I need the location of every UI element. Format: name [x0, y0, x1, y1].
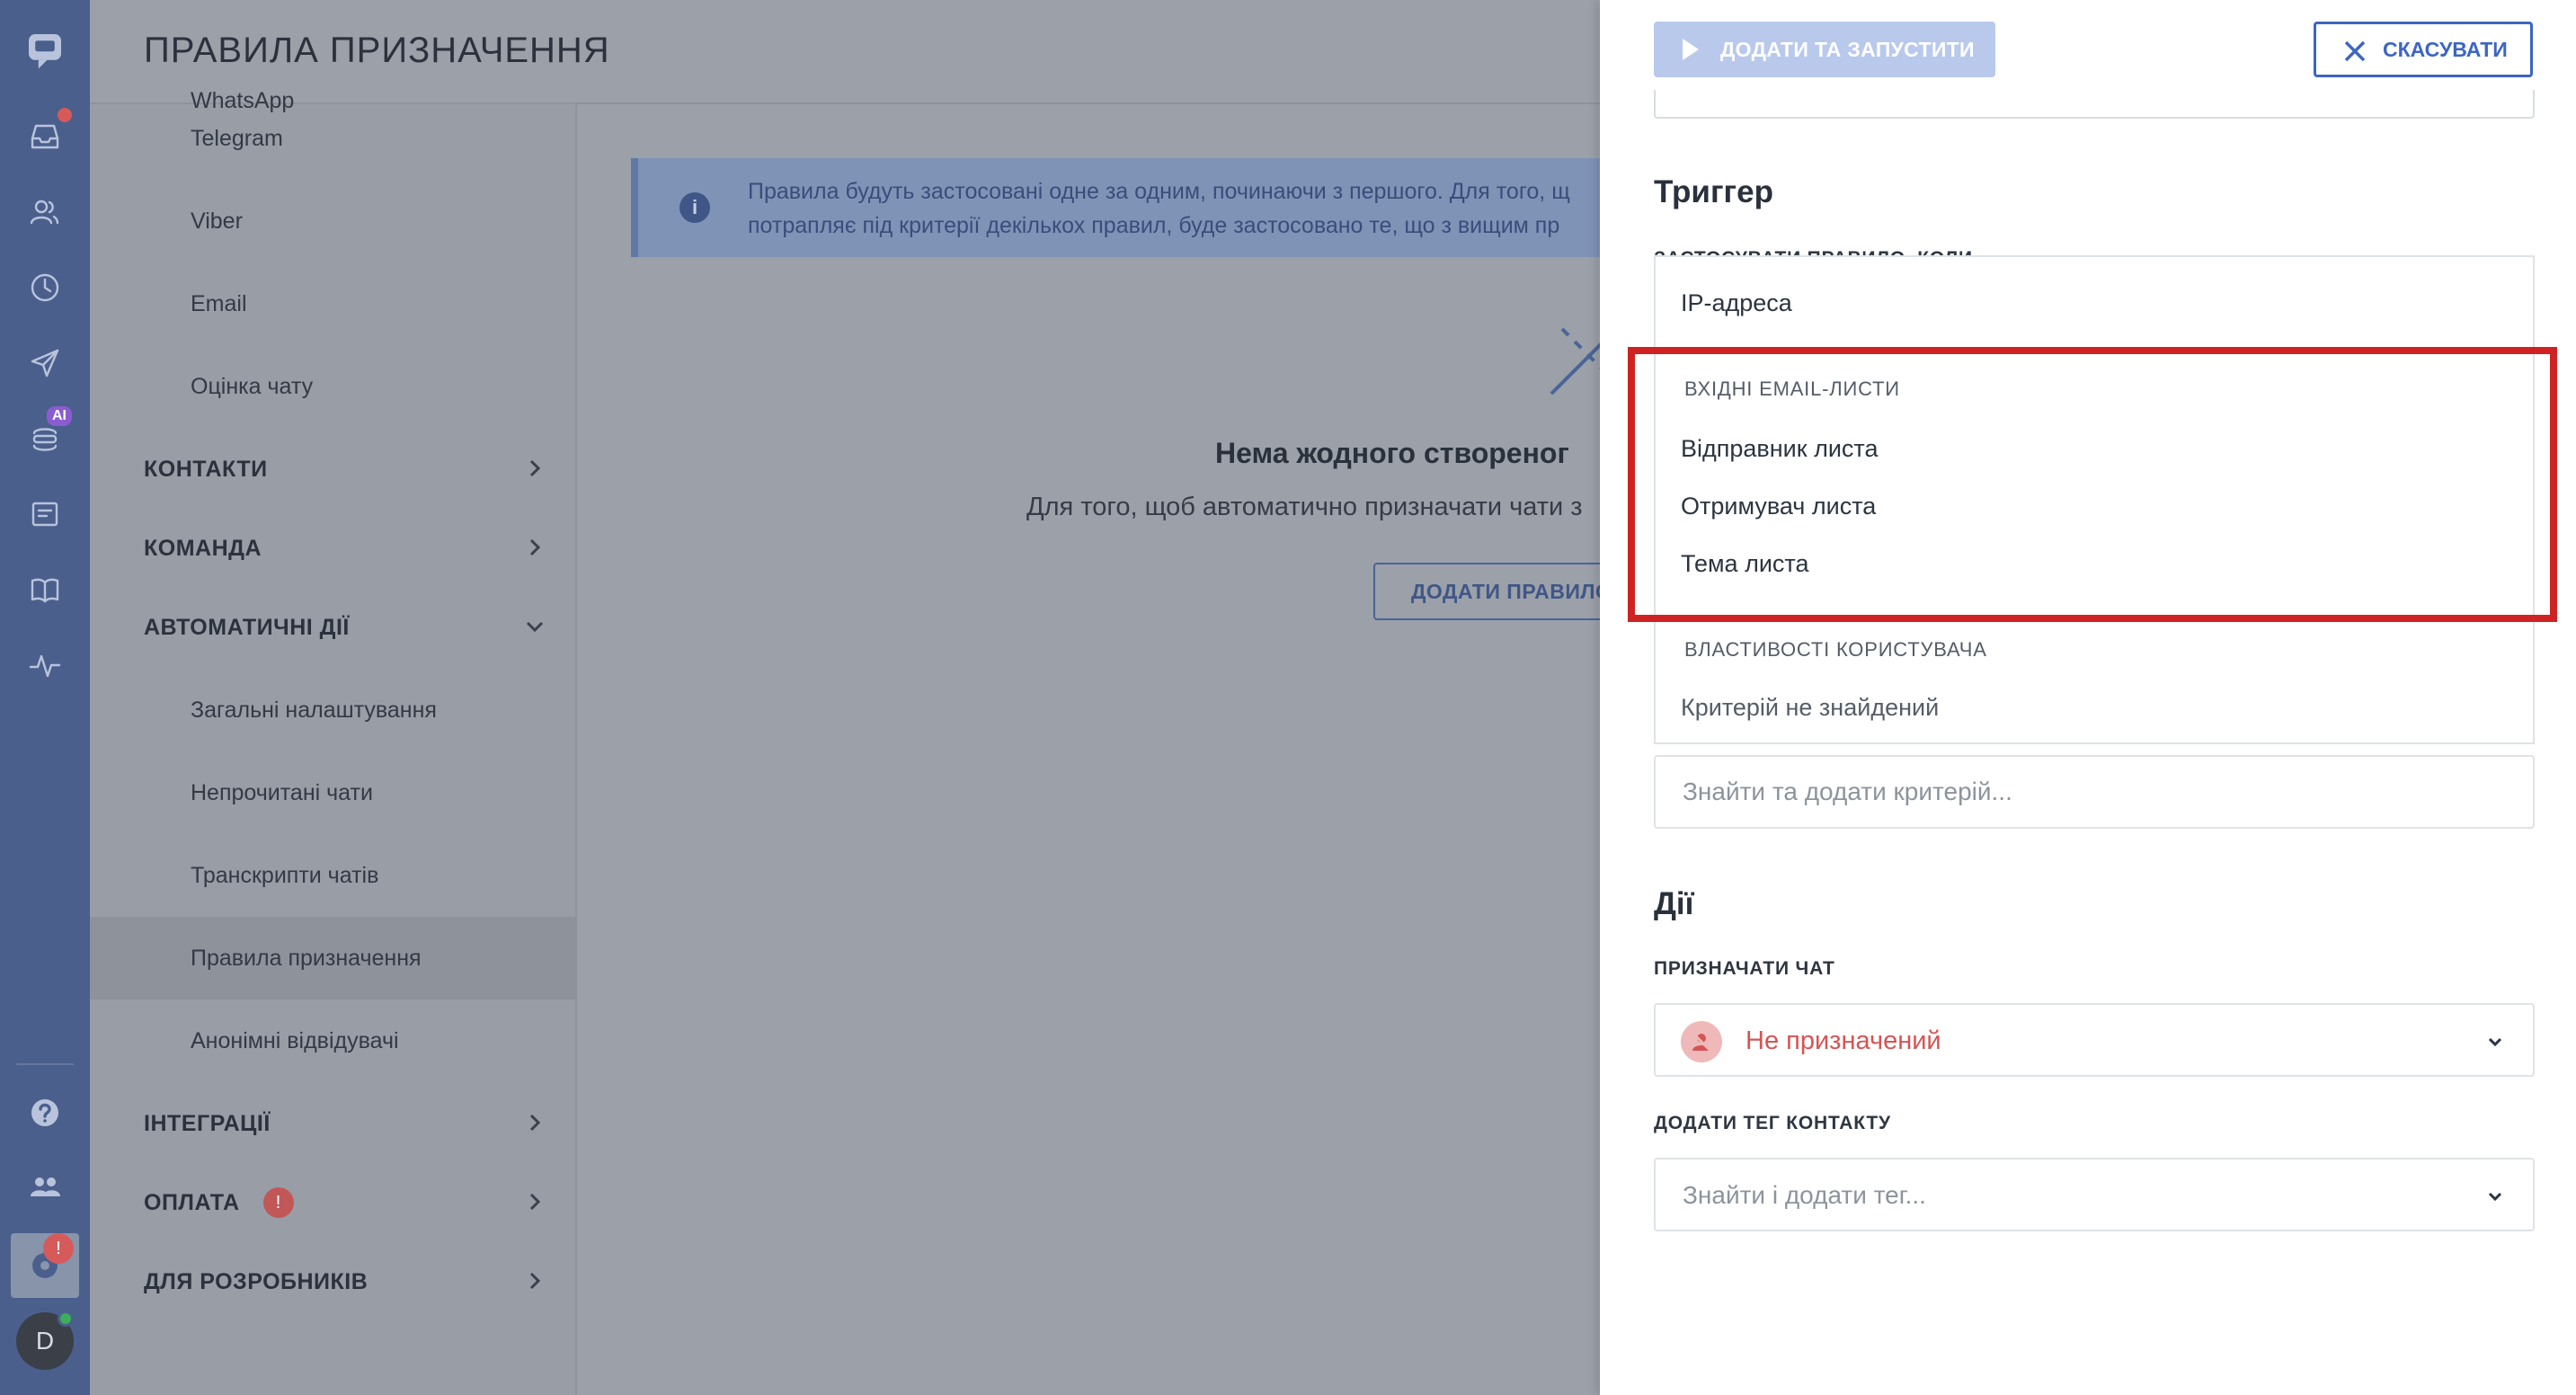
add-and-run-button[interactable]: ДОДАТИ ТА ЗАПУСТИТИ	[1654, 22, 1995, 77]
sidebar-section-integrations[interactable]: ІНТЕГРАЦІЇ	[90, 1082, 577, 1165]
info-text-line: Правила будуть застосовані одне за одним…	[748, 179, 1570, 204]
sidebar-item-assignment-rules[interactable]: Правила призначення	[90, 917, 577, 1000]
add-rule-button[interactable]: ДОДАТИ ПРАВИЛО	[1373, 563, 1625, 620]
app-icon-rail: AI ! D	[0, 0, 90, 1395]
info-text-line: потрапляє під критерії декількох правил,…	[748, 213, 1560, 238]
criteria-search-input[interactable]: Знайти та додати критерій...	[1654, 755, 2535, 829]
sidebar-item-label: Загальні налаштування	[191, 697, 437, 723]
empty-state-title: Нема жодного створеног	[1215, 437, 1569, 469]
info-icon: i	[680, 192, 710, 223]
chevron-down-icon	[523, 615, 546, 638]
empty-state-description: Для того, щоб автоматично призначати чат…	[1026, 493, 1583, 521]
ai-badge: AI	[47, 406, 72, 426]
previous-field[interactable]	[1654, 90, 2535, 119]
chevron-right-icon	[523, 1190, 546, 1213]
cancel-button[interactable]: СКАСУВАТИ	[2314, 22, 2533, 77]
chat-logo-icon[interactable]	[0, 23, 90, 77]
rule-editor-drawer: ДОДАТИ ТА ЗАПУСТИТИ СКАСУВАТИ Триггер ЗА…	[1600, 0, 2576, 1395]
contact-tag-placeholder: Знайти і додати тег...	[1683, 1181, 1926, 1209]
dropdown-group-header: ВЛАСТИВОСТІ КОРИСТУВАЧА	[1684, 638, 1987, 661]
sidebar-section-payment[interactable]: ОПЛАТА !	[90, 1161, 577, 1244]
sidebar-section-developers[interactable]: ДЛЯ РОЗРОБНИКІВ	[90, 1240, 577, 1323]
sidebar-item-email[interactable]: Email	[90, 262, 577, 345]
chevron-down-icon	[2484, 1186, 2506, 1207]
cancel-label: СКАСУВАТИ	[2383, 37, 2508, 61]
contacts-icon[interactable]	[0, 185, 90, 239]
team-icon[interactable]	[0, 1160, 90, 1213]
info-text: Правила будуть застосовані одне за одним…	[748, 174, 1629, 243]
dropdown-empty-text: Критерій не знайдений	[1681, 694, 1940, 721]
settings-warning-badge: !	[43, 1233, 74, 1264]
highlight-box	[1628, 347, 2557, 622]
chevron-right-icon	[523, 457, 546, 480]
sidebar-section-label: ОПЛАТА	[144, 1189, 240, 1215]
assign-chat-label: ПРИЗНАЧАТИ ЧАТ	[1654, 958, 1835, 979]
sidebar-item-chat-rating[interactable]: Оцінка чату	[90, 345, 577, 428]
sidebar-section-label: ДЛЯ РОЗРОБНИКІВ	[144, 1268, 369, 1294]
history-icon[interactable]	[0, 261, 90, 315]
contact-tag-select[interactable]: Знайти і додати тег...	[1654, 1158, 2535, 1231]
add-contact-tag-label: ДОДАТИ ТЕГ КОНТАКТУ	[1654, 1113, 1891, 1133]
chevron-right-icon	[523, 1111, 546, 1134]
knowledge-base-icon[interactable]	[0, 563, 90, 617]
unassigned-user-icon	[1681, 1021, 1722, 1062]
assign-chat-value: Не призначений	[1745, 1026, 1941, 1055]
activity-icon[interactable]	[0, 638, 90, 692]
sidebar-item-chat-transcripts[interactable]: Транскрипти чатів	[90, 834, 577, 917]
sidebar-item-label: Viber	[191, 208, 243, 234]
play-icon	[1683, 39, 1699, 60]
sidebar-item-label: Telegram	[191, 125, 283, 151]
sidebar-item-unread-chats[interactable]: Непрочитані чати	[90, 751, 577, 834]
sidebar-item-general-settings[interactable]: Загальні налаштування	[90, 669, 577, 751]
dropdown-option[interactable]: IP-адреса	[1681, 289, 1792, 317]
payment-warning-badge: !	[262, 1187, 294, 1218]
sidebar-section-label: КОМАНДА	[144, 535, 262, 561]
close-icon	[2344, 40, 2366, 62]
rail-separator	[16, 1063, 74, 1065]
chevron-down-icon	[2484, 1031, 2506, 1053]
sidebar-item-label: Оцінка чату	[191, 373, 314, 399]
sidebar-section-label: КОНТАКТИ	[144, 456, 268, 482]
sidebar-section-team[interactable]: КОМАНДА	[90, 507, 577, 590]
sidebar-item-label: Непрочитані чати	[191, 779, 373, 805]
info-banner: i Правила будуть застосовані одне за одн…	[631, 158, 1620, 257]
online-status-dot	[58, 1311, 74, 1327]
sidebar-item-anonymous-visitors[interactable]: Анонімні відвідувачі	[90, 1000, 577, 1082]
inbox-notification-dot	[58, 108, 72, 122]
inbox-icon[interactable]	[0, 110, 90, 164]
sidebar-section-contacts[interactable]: КОНТАКТИ	[90, 428, 577, 511]
actions-title: Дії	[1654, 886, 1694, 921]
sidebar-item-viber[interactable]: Viber	[90, 180, 577, 262]
trigger-title: Триггер	[1654, 174, 1773, 209]
help-icon[interactable]	[0, 1086, 90, 1140]
assign-chat-select[interactable]: Не призначений	[1654, 1003, 2535, 1077]
chevron-right-icon	[523, 1269, 546, 1293]
sidebar-item-label: Email	[191, 290, 247, 316]
ai-bot-icon[interactable]	[0, 412, 90, 466]
send-icon[interactable]	[0, 336, 90, 390]
chevron-right-icon	[523, 536, 546, 559]
sidebar-section-automation[interactable]: АВТОМАТИЧНІ ДІЇ	[90, 586, 577, 669]
widget-icon[interactable]	[0, 487, 90, 541]
sidebar-section-label: ІНТЕГРАЦІЇ	[144, 1110, 271, 1136]
sidebar-item-telegram[interactable]: Telegram	[90, 97, 577, 180]
sidebar-item-label: Транскрипти чатів	[191, 862, 379, 888]
add-and-run-label: ДОДАТИ ТА ЗАПУСТИТИ	[1720, 37, 1975, 61]
settings-sidebar: WhatsApp Telegram Viber Email Оцінка чат…	[90, 88, 577, 1395]
sidebar-section-label: АВТОМАТИЧНІ ДІЇ	[144, 614, 350, 640]
sidebar-item-label: Анонімні відвідувачі	[191, 1027, 399, 1053]
sidebar-item-label: Правила призначення	[191, 945, 422, 971]
